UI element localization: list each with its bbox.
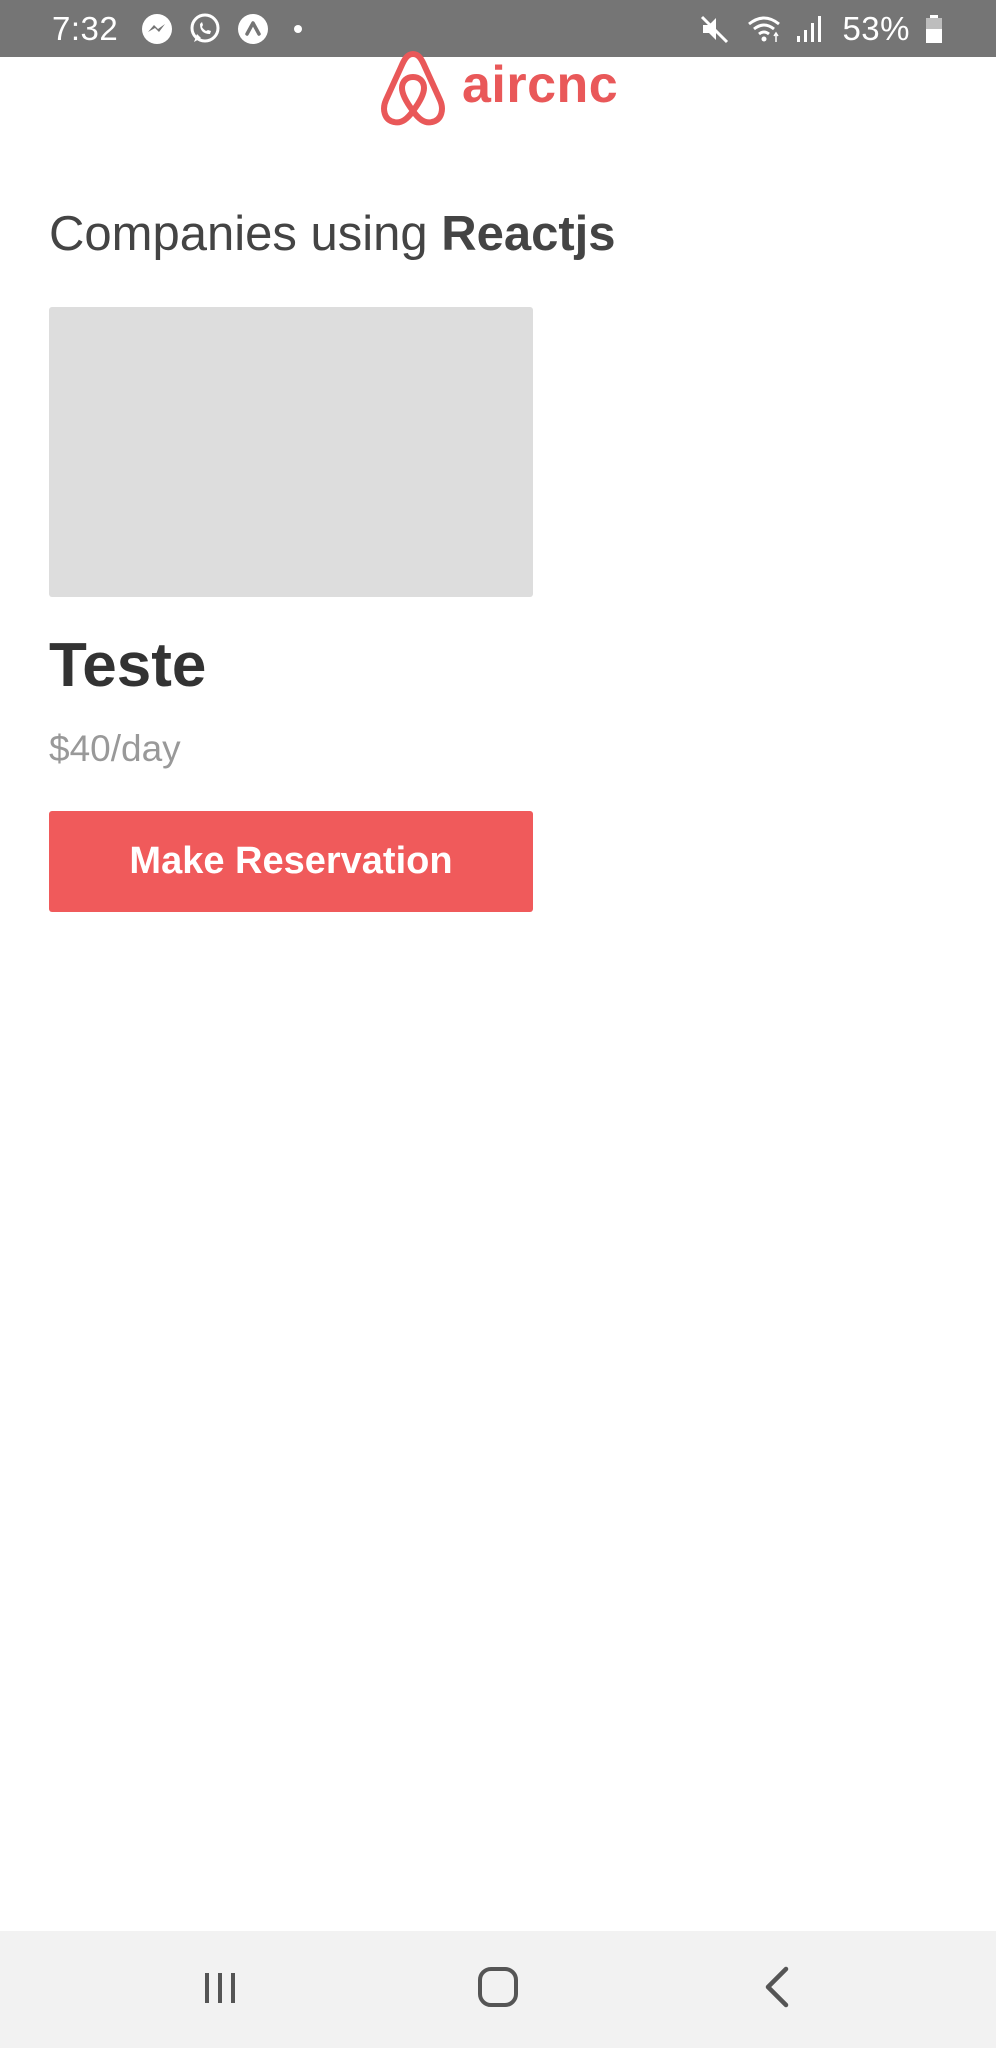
whatsapp-icon: [188, 12, 222, 46]
app-screen: 7:32 53% aircnc Companies using Reactjs …: [0, 0, 996, 2048]
recent-apps-icon: [200, 1967, 240, 2012]
spot-price: $40/day: [49, 728, 181, 769]
home-button[interactable]: [438, 1931, 558, 2048]
status-time: 7:32: [52, 9, 119, 47]
app-logo: aircnc: [376, 48, 618, 128]
recent-apps-button[interactable]: [160, 1931, 280, 2048]
battery-icon: [924, 12, 944, 46]
battery-percent: 53%: [842, 9, 910, 47]
mute-icon: [698, 12, 732, 46]
signal-icon: [794, 12, 828, 46]
back-icon: [758, 1965, 798, 2014]
wifi-icon: [746, 12, 781, 46]
logo-text: aircnc: [462, 56, 619, 114]
spot-company-name: Teste: [49, 631, 207, 700]
airbnb-logo-icon: [376, 48, 450, 128]
page-title-tech: Reactjs: [441, 207, 616, 261]
caret-up-icon: [236, 12, 270, 46]
back-button[interactable]: [718, 1931, 838, 2048]
make-reservation-button[interactable]: Make Reservation: [49, 811, 533, 912]
status-bar-right: 53%: [698, 0, 944, 57]
spot-thumbnail: [49, 307, 533, 597]
page-title: Companies using Reactjs: [49, 206, 616, 262]
navigation-bar: [0, 1931, 996, 2048]
status-bar-left: 7:32: [52, 0, 303, 57]
home-icon: [476, 1965, 520, 2014]
more-notifications-dot: [294, 24, 303, 33]
messenger-icon: [140, 12, 174, 46]
page-title-prefix: Companies using: [49, 207, 442, 261]
